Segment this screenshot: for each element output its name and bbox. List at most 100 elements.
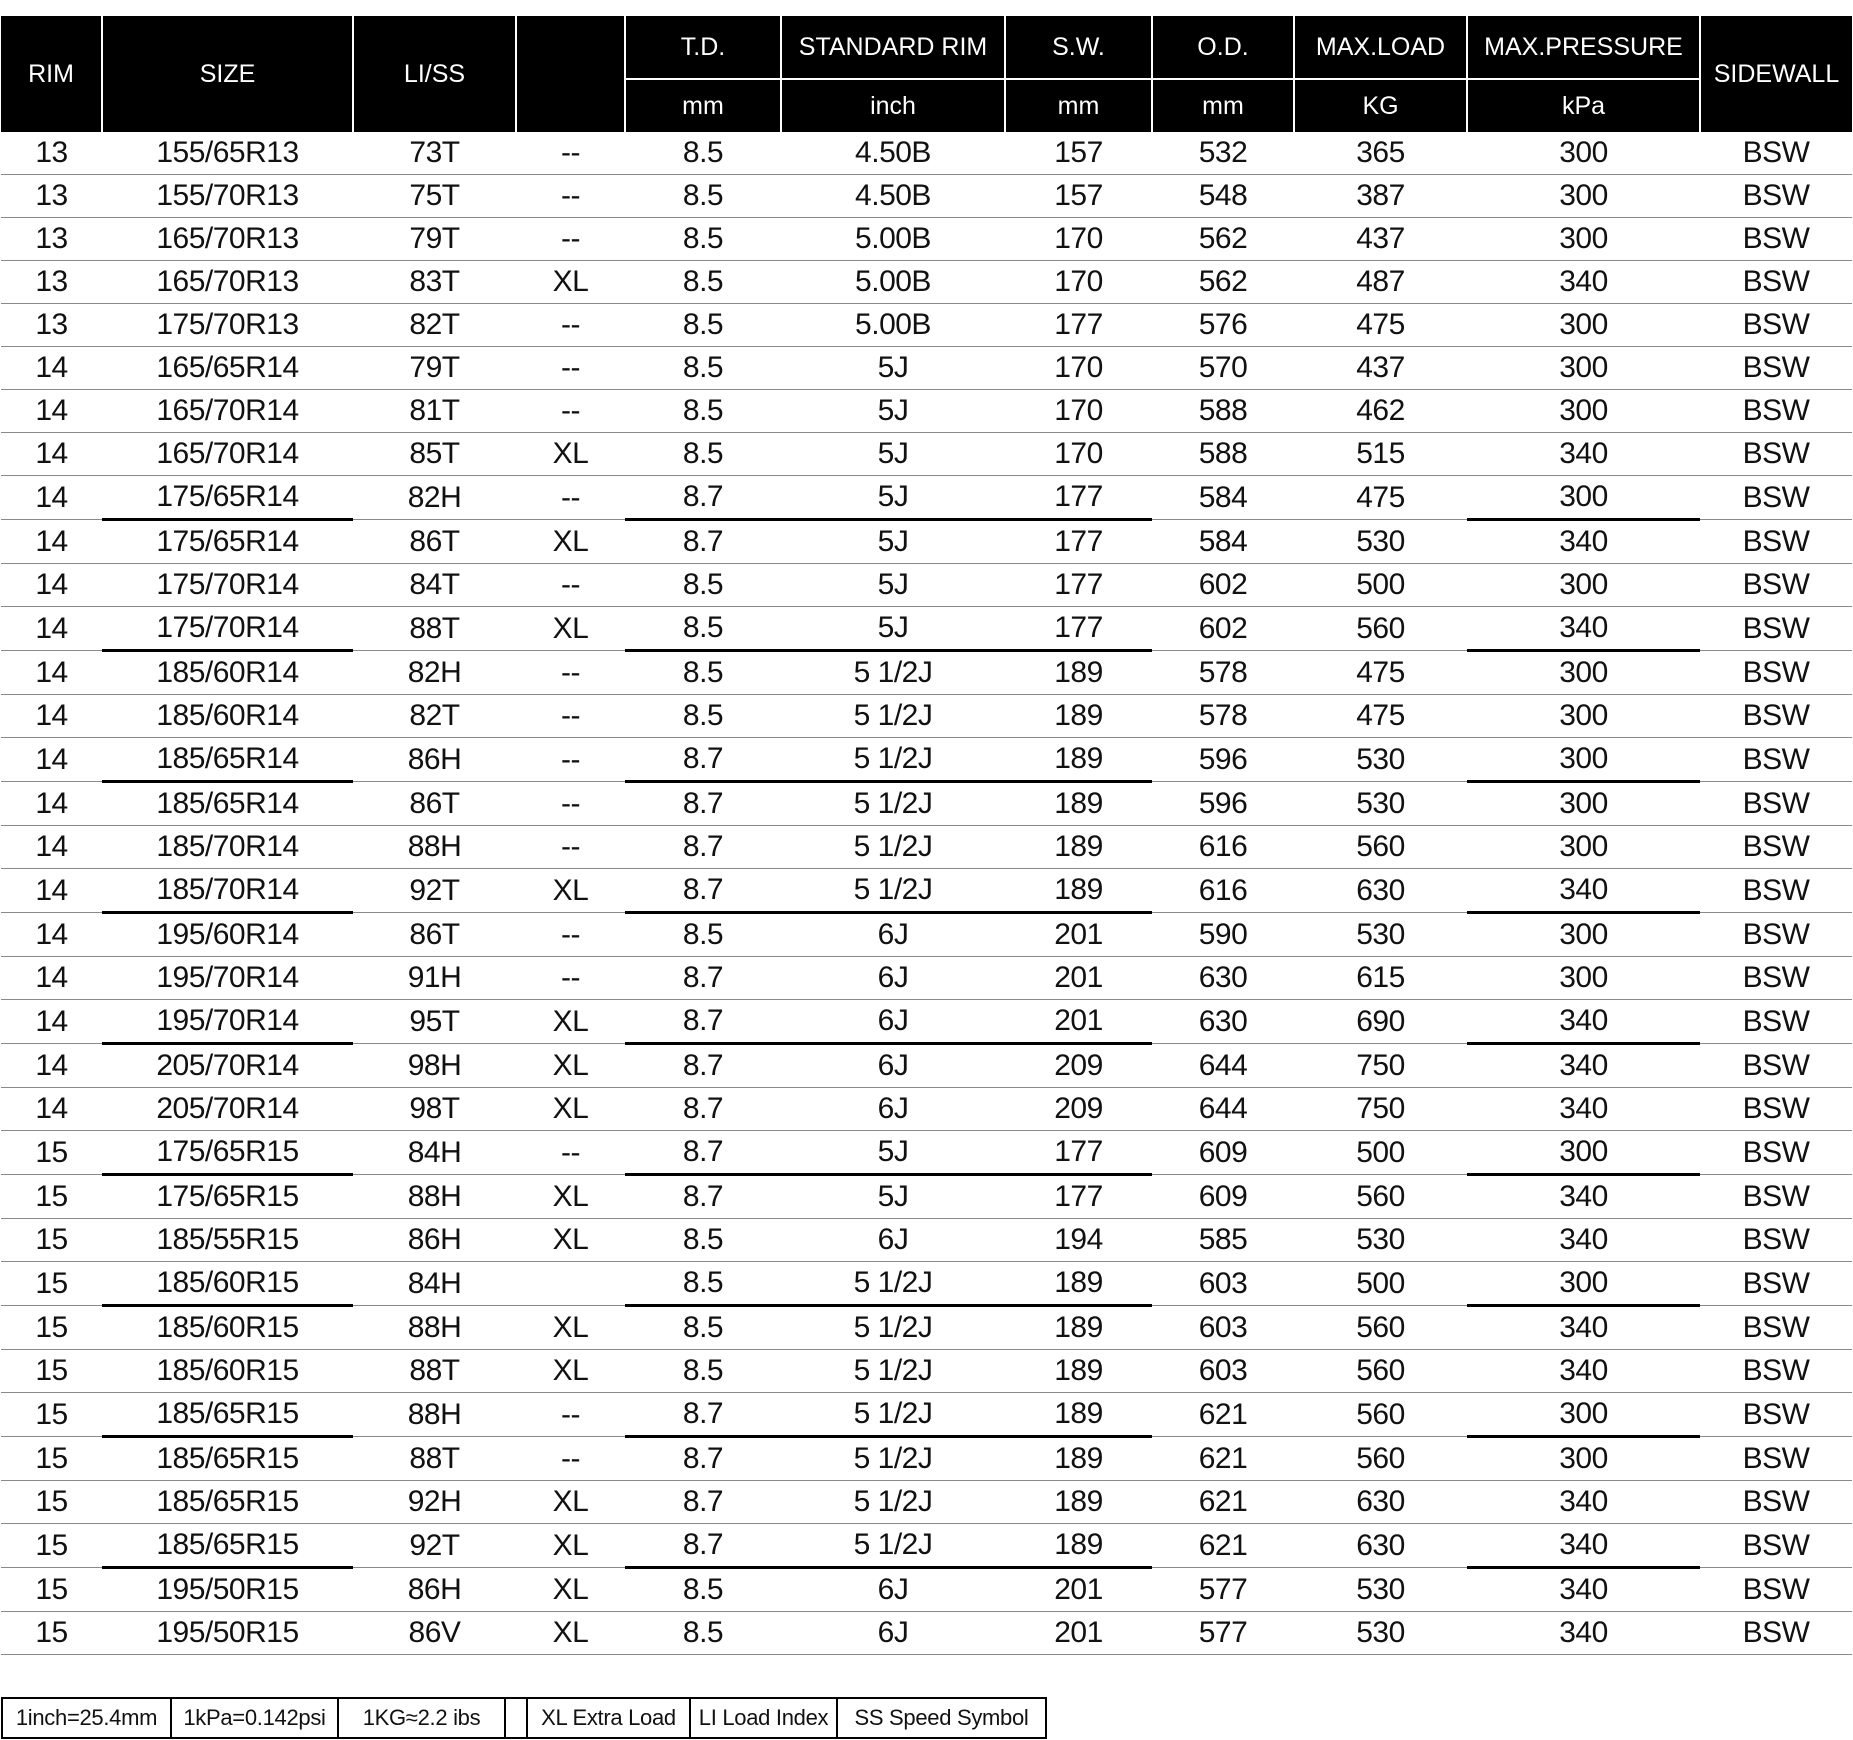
cell-sw: 170	[1005, 260, 1152, 304]
cell-max-load: 500	[1294, 1261, 1467, 1306]
cell-max-pressure: 300	[1467, 132, 1700, 175]
cell-rim: 13	[1, 132, 102, 175]
cell-max-load: 530	[1294, 912, 1467, 957]
cell-xl: --	[516, 303, 625, 347]
cell-size: 195/50R15	[102, 1567, 353, 1612]
cell-max-load: 560	[1294, 1349, 1467, 1393]
cell-max-pressure: 340	[1467, 1043, 1700, 1088]
cell-max-load: 365	[1294, 132, 1467, 175]
cell-liss: 92T	[353, 868, 516, 913]
cell-od: 621	[1152, 1523, 1294, 1568]
cell-max-pressure: 340	[1467, 1174, 1700, 1219]
cell-td: 8.5	[625, 1218, 781, 1262]
cell-sidewall: BSW	[1700, 1436, 1852, 1481]
cell-max-load: 750	[1294, 1043, 1467, 1088]
cell-sidewall: BSW	[1700, 1567, 1852, 1612]
cell-od: 584	[1152, 475, 1294, 520]
legend-ss: SS Speed Symbol	[836, 1699, 1045, 1737]
cell-sidewall: BSW	[1700, 1043, 1852, 1088]
cell-sw: 209	[1005, 1043, 1152, 1088]
cell-size: 185/60R15	[102, 1349, 353, 1393]
cell-std-rim: 4.50B	[781, 174, 1005, 218]
legend-kg: 1KG≈2.2 ibs	[337, 1699, 504, 1737]
cell-liss: 88T	[353, 1436, 516, 1481]
cell-max-pressure: 300	[1467, 563, 1700, 607]
cell-sw: 201	[1005, 956, 1152, 1000]
cell-size: 185/70R14	[102, 825, 353, 869]
cell-liss: 86T	[353, 912, 516, 957]
cell-size: 165/65R14	[102, 346, 353, 390]
cell-sidewall: BSW	[1700, 1611, 1852, 1655]
cell-max-load: 500	[1294, 563, 1467, 607]
cell-max-pressure: 300	[1467, 781, 1700, 826]
cell-sw: 189	[1005, 694, 1152, 738]
cell-xl: XL	[516, 1087, 625, 1131]
cell-std-rim: 5J	[781, 389, 1005, 433]
cell-rim: 15	[1, 1567, 102, 1612]
cell-size: 175/70R14	[102, 563, 353, 607]
cell-od: 578	[1152, 694, 1294, 738]
cell-std-rim: 6J	[781, 956, 1005, 1000]
table-row: 14 185/60R14 82T -- 8.5 5 1/2J 189 578 475 300 BSW	[1, 694, 1852, 738]
table-row: 14 185/65R14 86T -- 8.7 5 1/2J 189 596 530 300 BSW	[1, 781, 1852, 826]
header-od: O.D.	[1151, 16, 1294, 79]
cell-sw: 189	[1005, 1480, 1152, 1524]
cell-td: 8.7	[625, 1480, 781, 1524]
cell-xl	[516, 1261, 625, 1306]
cell-xl: --	[516, 475, 625, 520]
cell-xl: XL	[516, 1174, 625, 1219]
cell-xl: --	[516, 737, 625, 782]
cell-od: 609	[1152, 1130, 1294, 1175]
cell-max-pressure: 300	[1467, 389, 1700, 433]
cell-rim: 14	[1, 519, 102, 564]
cell-liss: 82T	[353, 694, 516, 738]
cell-size: 165/70R14	[102, 432, 353, 476]
cell-xl: XL	[516, 606, 625, 651]
cell-td: 8.7	[625, 1436, 781, 1481]
cell-std-rim: 5 1/2J	[781, 737, 1005, 783]
cell-xl: --	[516, 132, 625, 175]
header-rim: RIM	[1, 16, 102, 132]
cell-sw: 177	[1005, 475, 1152, 521]
cell-rim: 14	[1, 475, 102, 520]
cell-rim: 15	[1, 1174, 102, 1219]
cell-max-load: 560	[1294, 1436, 1467, 1481]
cell-sw: 189	[1005, 737, 1152, 783]
cell-max-pressure: 300	[1467, 1130, 1700, 1176]
cell-sw: 189	[1005, 1349, 1152, 1393]
cell-size: 185/60R15	[102, 1261, 353, 1307]
cell-od: 603	[1152, 1305, 1294, 1350]
cell-xl: --	[516, 781, 625, 826]
tire-spec-table: RIM SIZE LI/SS T.D. STANDARD RIM S.W. O.…	[1, 16, 1852, 1655]
table-row: 14 195/60R14 86T -- 8.5 6J 201 590 530 300 BSW	[1, 912, 1852, 957]
cell-max-load: 530	[1294, 781, 1467, 826]
cell-max-load: 560	[1294, 606, 1467, 651]
cell-std-rim: 5 1/2J	[781, 694, 1005, 738]
cell-od: 576	[1152, 303, 1294, 347]
cell-sidewall: BSW	[1700, 1130, 1852, 1175]
cell-sidewall: BSW	[1700, 1480, 1852, 1524]
cell-std-rim: 5J	[781, 475, 1005, 521]
cell-max-pressure: 340	[1467, 519, 1700, 564]
cell-rim: 15	[1, 1523, 102, 1568]
cell-liss: 86H	[353, 737, 516, 782]
table-row: 14 175/70R14 84T -- 8.5 5J 177 602 500 300 BSW	[1, 563, 1852, 607]
cell-rim: 14	[1, 956, 102, 1000]
cell-std-rim: 5J	[781, 519, 1005, 564]
table-row: 13 175/70R13 82T -- 8.5 5.00B 177 576 475 300 BSW	[1, 303, 1852, 347]
cell-sw: 189	[1005, 1305, 1152, 1350]
cell-td: 8.7	[625, 1523, 781, 1569]
cell-sw: 177	[1005, 1174, 1152, 1219]
table-row: 15 185/65R15 88T -- 8.7 5 1/2J 189 621 560 300 BSW	[1, 1436, 1852, 1481]
cell-td: 8.5	[625, 432, 781, 476]
cell-xl: --	[516, 912, 625, 957]
cell-sw: 189	[1005, 1261, 1152, 1307]
cell-std-rim: 5 1/2J	[781, 825, 1005, 869]
cell-max-load: 690	[1294, 999, 1467, 1044]
cell-sidewall: BSW	[1700, 132, 1852, 175]
cell-xl: XL	[516, 1523, 625, 1568]
cell-sidewall: BSW	[1700, 825, 1852, 869]
header-liss: LI/SS	[352, 16, 516, 132]
cell-liss: 92T	[353, 1523, 516, 1568]
cell-td: 8.7	[625, 1174, 781, 1219]
